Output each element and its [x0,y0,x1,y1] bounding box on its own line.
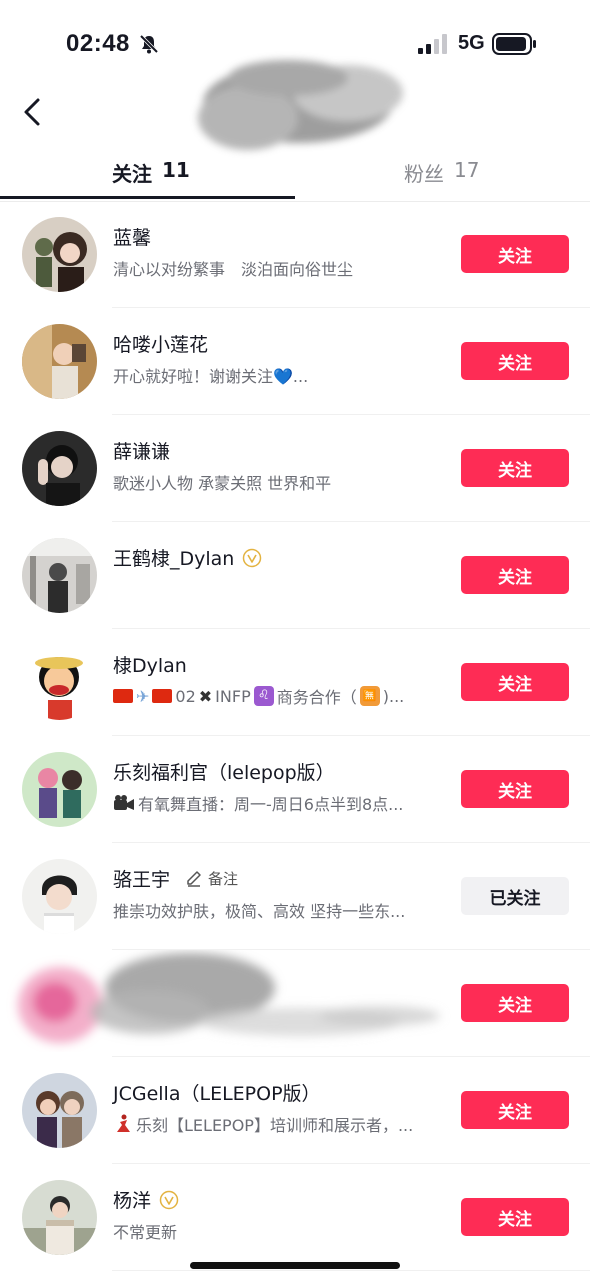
leo-sign-icon: ♌ [253,686,274,706]
user-bio: 开心就好啦！谢谢关注💙... [113,367,309,386]
user-name: 杨洋 [113,1190,152,1212]
home-indicator[interactable] [190,1262,400,1269]
status-time: 02:48 [66,30,130,57]
user-bio: 歌迷小人物 承蒙关照 世界和平 [113,474,332,493]
video-camera-icon [114,795,134,810]
user-bio: ✈ 02 ✖ INFP ♌ 商务合作（ 🈚 )... [113,684,438,708]
follow-button[interactable]: 关注 [461,556,569,594]
china-flag-icon [113,689,133,703]
remark-label: 备注 [208,870,239,888]
battery-icon [492,33,536,55]
user-bio: 清心以对纷繁事 淡泊面向俗世尘 [113,260,354,279]
user-bio: 不常更新 [113,1223,178,1242]
avatar[interactable] [22,217,97,292]
list-item[interactable]: 蓝馨 清心以对纷繁事 淡泊面向俗世尘 关注 [0,201,590,308]
airplane-icon: ✈ [136,686,150,706]
tab-following-count: 11 [162,158,190,182]
avatar[interactable] [22,324,97,399]
list-item[interactable]: 杨洋 不常更新 关注 [0,1164,590,1271]
follow-button[interactable]: 关注 [461,235,569,273]
follow-button[interactable]: 关注 [461,449,569,487]
avatar[interactable] [22,1073,97,1148]
verified-badge-icon [159,1190,179,1209]
list-item[interactable]: 关注 [0,950,590,1057]
list-item[interactable]: 乐刻福利官（lelepop版） 有氧舞直播：周一-周日6点半到8点... 关注 [0,736,590,843]
dancer-icon [117,1114,130,1132]
avatar[interactable] [22,431,97,506]
list-item[interactable]: 薛谦谦 歌迷小人物 承蒙关照 世界和平 关注 [0,415,590,522]
list-item[interactable]: 骆王宇 备注 推崇功效护肤，极简、高效 坚持一些东... 已关注 [0,843,590,950]
list-item[interactable]: JCGella（LELEPOP版） 乐刻【LELEPOP】培训师和展示者，...… [0,1057,590,1164]
user-name: 骆王宇 [113,869,171,891]
active-tab-indicator [0,196,295,199]
tab-fans[interactable]: 粉丝 17 [404,158,479,187]
followed-button[interactable]: 已关注 [461,877,569,915]
user-bio: 推崇功效护肤，极简、高效 坚持一些东... [113,902,406,921]
follow-button[interactable]: 关注 [461,1091,569,1129]
user-name: 乐刻福利官（lelepop版） [113,762,335,784]
signal-icon [418,34,447,54]
tab-bar: 关注 11 粉丝 17 [0,150,590,202]
cross-mark-icon: ✖ [198,686,213,706]
free-of-charge-icon: 🈚 [359,686,380,706]
following-list: 蓝馨 清心以对纷繁事 淡泊面向俗世尘 关注 哈喽小莲花 开心就好啦！谢谢关注💙.… [0,201,590,1271]
follow-button[interactable]: 关注 [461,342,569,380]
back-arrow-icon[interactable] [18,94,48,130]
avatar[interactable] [22,645,97,720]
network-label: 5G [458,32,485,54]
tab-following[interactable]: 关注 11 [112,158,190,187]
list-item[interactable]: 哈喽小莲花 开心就好啦！谢谢关注💙... 关注 [0,308,590,415]
tab-fans-count: 17 [454,158,480,182]
avatar[interactable] [22,859,97,934]
list-item[interactable]: 王鹤棣_Dylan 关注 [0,522,590,629]
user-name: 蓝馨 [113,227,152,249]
user-name: 哈喽小莲花 [113,334,209,356]
follow-button[interactable]: 关注 [461,663,569,701]
avatar[interactable] [22,752,97,827]
remark-button[interactable]: 备注 [184,868,238,889]
avatar[interactable] [22,1180,97,1255]
user-bio: 乐刻【LELEPOP】培训师和展示者，... [113,1112,438,1136]
follow-button[interactable]: 关注 [461,1198,569,1236]
user-bio: 有氧舞直播：周一-周日6点半到8点... [113,791,438,815]
tab-fans-label: 粉丝 [404,162,444,186]
follow-button[interactable]: 关注 [461,770,569,808]
follow-button[interactable]: 关注 [461,984,569,1022]
pencil-icon [187,870,201,887]
user-name: JCGella（LELEPOP版） [113,1083,321,1105]
user-name: 王鹤棣_Dylan [113,548,235,570]
china-flag-icon [152,689,173,703]
redacted-profile-name [198,60,403,150]
avatar[interactable] [22,538,97,613]
tab-following-label: 关注 [112,162,152,186]
bell-muted-icon [139,34,159,54]
user-name: 棣Dylan [113,655,187,677]
user-name: 薛谦谦 [113,441,171,463]
list-item[interactable]: 棣Dylan ✈ 02 ✖ INFP ♌ 商务合作（ 🈚 )... 关注 [0,629,590,736]
verified-badge-icon [243,548,262,567]
